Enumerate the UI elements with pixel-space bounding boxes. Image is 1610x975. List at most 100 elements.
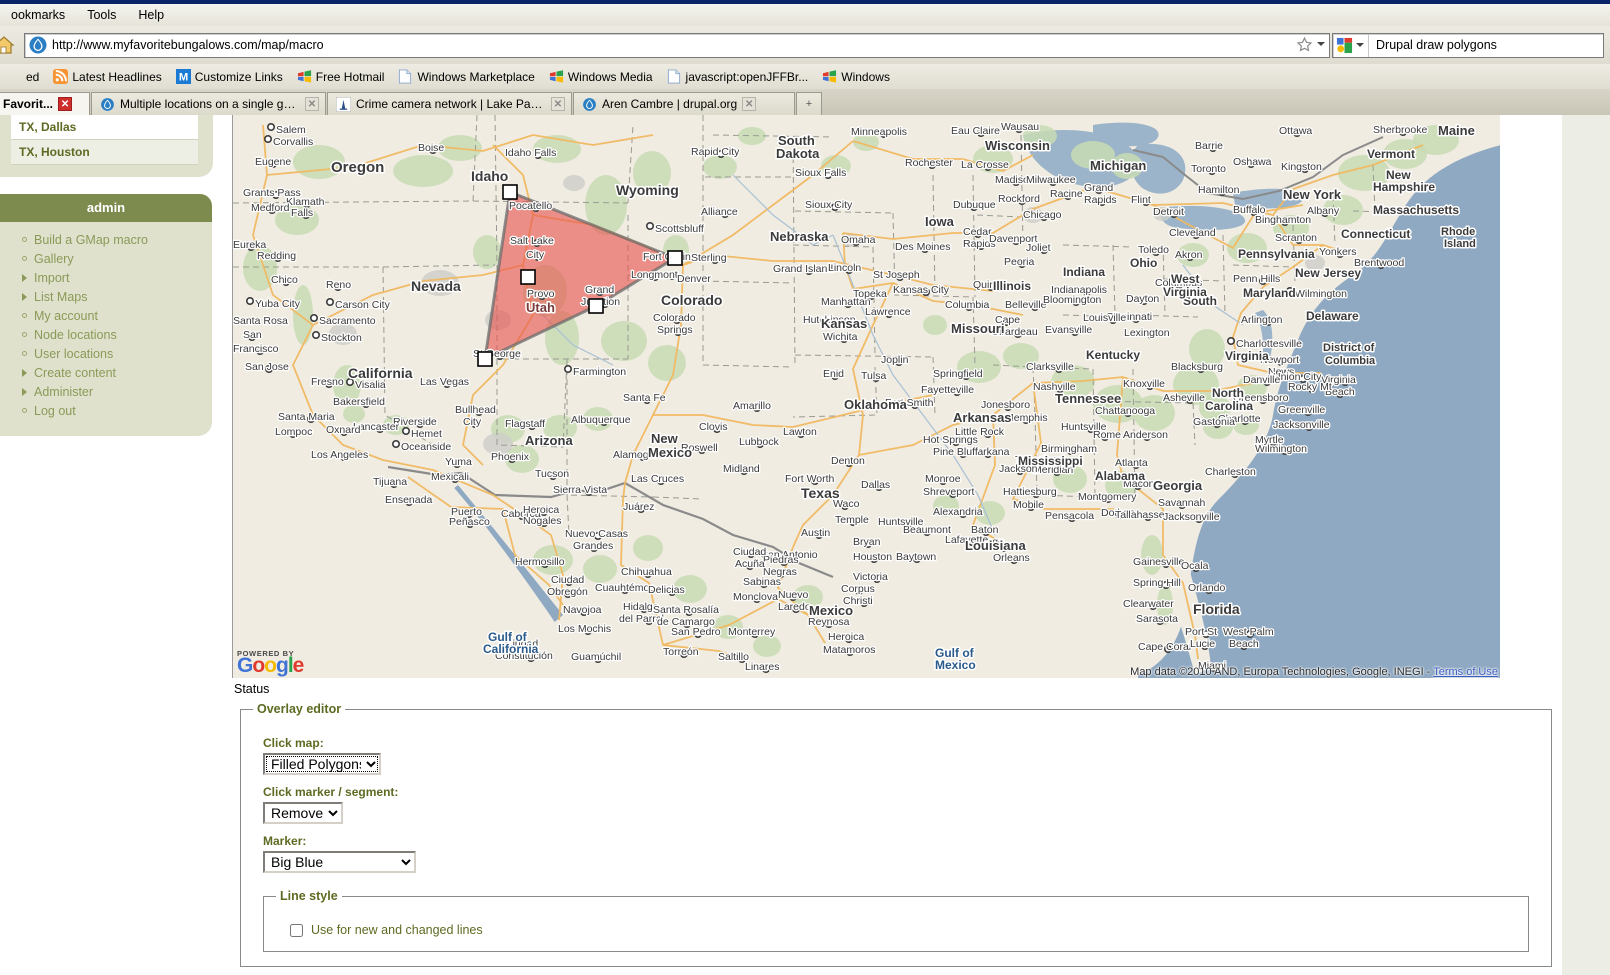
svg-text:Hampshire: Hampshire: [1373, 180, 1435, 194]
sidebar-item-node-locations[interactable]: Node locations: [0, 325, 212, 344]
sidebar-item-label: My account: [34, 308, 98, 323]
bookmark-label: Windows: [841, 69, 890, 84]
svg-text:Denton: Denton: [831, 455, 865, 467]
expand-triangle-icon[interactable]: [22, 368, 27, 377]
new-tab-button[interactable]: +: [796, 92, 822, 115]
list-item[interactable]: TX, Dallas: [11, 115, 198, 140]
svg-text:Nogales: Nogales: [523, 515, 562, 527]
click-map-select[interactable]: Filled Polygons: [263, 753, 381, 775]
address-bar[interactable]: http://www.myfavoritebungalows.com/map/m…: [24, 32, 1330, 58]
tab-close-icon[interactable]: ✕: [742, 97, 757, 111]
marker-select[interactable]: Big Blue: [263, 851, 416, 873]
svg-text:Lawrence: Lawrence: [865, 306, 911, 318]
svg-text:Houston: Houston: [853, 551, 892, 563]
svg-text:Yonkers: Yonkers: [1319, 246, 1357, 258]
menu-bar: ookmarks Tools Help: [0, 4, 1610, 26]
svg-text:Lawton: Lawton: [783, 426, 817, 438]
svg-text:Scranton: Scranton: [1275, 232, 1317, 244]
home-icon[interactable]: [0, 32, 18, 58]
bookmark-item[interactable]: Windows Marketplace: [391, 69, 541, 84]
svg-text:Cedar: Cedar: [963, 226, 992, 238]
bookmark-item[interactable]: M Customize Links: [169, 69, 290, 84]
bookmark-item[interactable]: Windows Media: [542, 69, 660, 84]
sidebar-item-build-gmap-macro[interactable]: Build a GMap macro: [0, 230, 212, 249]
svg-text:Grand: Grand: [585, 284, 614, 296]
svg-text:Penn Hills: Penn Hills: [1233, 273, 1280, 285]
svg-text:Pennsylvania: Pennsylvania: [1238, 247, 1315, 261]
expand-triangle-icon[interactable]: [22, 387, 27, 396]
bookmark-item[interactable]: javascript:openJFFBr...: [660, 69, 816, 84]
field-click-map: Click map: Filled Polygons: [263, 736, 1539, 775]
sidebar-item-import[interactable]: Import: [0, 268, 212, 287]
tab-favorites[interactable]: Favorit... ✕: [0, 92, 90, 115]
tab-multiple-locations[interactable]: Multiple locations on a single gmap | dr…: [91, 92, 326, 115]
tab-close-icon[interactable]: ✕: [551, 97, 565, 111]
tab-crime-camera-network[interactable]: Crime camera network | Lake Park Esta...…: [327, 92, 572, 115]
page-icon: [7, 69, 22, 84]
svg-text:Rochester: Rochester: [905, 157, 953, 169]
google-map[interactable]: Salem Corvallis Eugene Grants Pass Klamath Fa…: [232, 115, 1500, 678]
svg-text:Savannah: Savannah: [1158, 497, 1205, 509]
attribution-text: Map data ©2010 AND, Europa Technologies,…: [1130, 666, 1431, 678]
svg-text:Nevada: Nevada: [411, 278, 461, 294]
svg-text:Corpus: Corpus: [841, 583, 875, 595]
svg-text:Fayetteville: Fayetteville: [921, 384, 974, 396]
chevron-down-icon[interactable]: [1317, 42, 1325, 46]
bookmark-item[interactable]: ed: [0, 69, 46, 84]
svg-text:Sabinas: Sabinas: [743, 576, 781, 588]
menu-help[interactable]: Help: [127, 6, 175, 24]
svg-text:Hemet: Hemet: [411, 428, 442, 440]
svg-text:West: West: [1171, 272, 1199, 286]
sidebar-item-log-out[interactable]: Log out: [0, 401, 212, 420]
menu-bookmarks[interactable]: ookmarks: [0, 6, 76, 24]
click-marker-segment-select[interactable]: Remove: [263, 802, 343, 824]
bullet-icon: [22, 408, 27, 413]
sidebar-item-label: Build a GMap macro: [34, 232, 148, 247]
use-for-new-lines-row[interactable]: Use for new and changed lines: [290, 923, 1516, 937]
svg-text:Asheville: Asheville: [1163, 392, 1205, 404]
svg-text:Georgia: Georgia: [1153, 478, 1203, 493]
chevron-down-icon[interactable]: [1356, 43, 1364, 47]
svg-text:Los Angeles: Los Angeles: [311, 449, 368, 461]
svg-text:Stockton: Stockton: [321, 332, 362, 344]
google-g-icon: [1336, 37, 1353, 53]
svg-text:Wisconsin: Wisconsin: [985, 138, 1050, 153]
sidebar-item-list-maps[interactable]: List Maps: [0, 287, 212, 306]
svg-text:Kansas: Kansas: [821, 316, 867, 331]
list-item[interactable]: TX, Houston: [11, 140, 198, 165]
sidebar-item-gallery[interactable]: Gallery: [0, 249, 212, 268]
svg-text:Knoxville: Knoxville: [1123, 378, 1165, 390]
search-input[interactable]: Drupal draw polygons: [1369, 38, 1497, 52]
svg-text:Ocala: Ocala: [1181, 560, 1209, 572]
svg-text:Scottsbluff: Scottsbluff: [655, 223, 704, 235]
expand-triangle-icon[interactable]: [22, 273, 27, 282]
search-bar[interactable]: Drupal draw polygons: [1332, 32, 1604, 58]
url-text: http://www.myfavoritebungalows.com/map/m…: [52, 38, 324, 52]
svg-text:Rome: Rome: [1093, 429, 1121, 441]
tab-close-icon[interactable]: ✕: [305, 97, 319, 111]
bookmark-item[interactable]: Latest Headlines: [46, 69, 168, 84]
bookmark-item[interactable]: Windows: [815, 69, 897, 84]
tab-aren-cambre[interactable]: Aren Cambre | drupal.org ✕: [573, 92, 795, 115]
menu-tools[interactable]: Tools: [76, 6, 127, 24]
svg-text:Hattiesburg: Hattiesburg: [1003, 486, 1057, 498]
sidebar-item-create-content[interactable]: Create content: [0, 363, 212, 382]
svg-text:Victoria: Victoria: [853, 571, 888, 583]
bookmark-star-group[interactable]: [1296, 36, 1325, 53]
expand-triangle-icon[interactable]: [22, 292, 27, 301]
svg-text:Mexico: Mexico: [809, 603, 853, 618]
bookmark-label: Customize Links: [194, 69, 283, 84]
search-engine-selector[interactable]: [1333, 33, 1369, 57]
svg-text:Amarillo: Amarillo: [733, 400, 771, 412]
sidebar-item-user-locations[interactable]: User locations: [0, 344, 212, 363]
terms-of-use-link[interactable]: Terms of Use: [1433, 666, 1498, 678]
bookmark-item[interactable]: Free Hotmail: [290, 69, 392, 84]
sidebar-item-administer[interactable]: Administer: [0, 382, 212, 401]
tab-close-icon[interactable]: ✕: [58, 97, 73, 111]
svg-text:Mobile: Mobile: [1013, 499, 1044, 511]
sidebar-item-my-account[interactable]: My account: [0, 306, 212, 325]
use-for-new-lines-checkbox[interactable]: [290, 923, 303, 937]
map-canvas[interactable]: Salem Corvallis Eugene Grants Pass Klamath Fa…: [233, 115, 1500, 678]
svg-text:Peñasco: Peñasco: [449, 516, 490, 528]
svg-text:Rhode: Rhode: [1441, 226, 1475, 238]
